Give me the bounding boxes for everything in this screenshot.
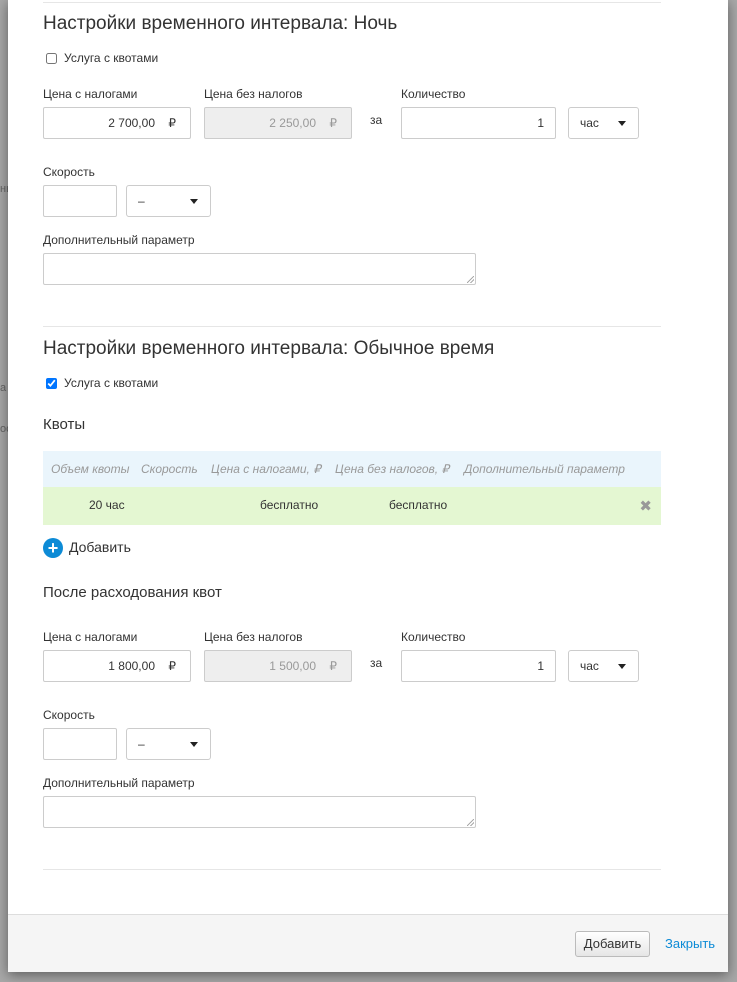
background-text-fragment: нь [0, 183, 12, 195]
ruble-sign: ₽ [329, 659, 337, 673]
cell-price-notax: бесплатно [389, 498, 448, 512]
resize-grip-icon[interactable] [467, 276, 474, 283]
night-price-notax-label: Цена без налогов [204, 87, 303, 101]
ruble-sign: ₽ [168, 116, 176, 130]
caret-down-icon [618, 664, 626, 669]
night-quota-checkbox[interactable] [46, 52, 59, 65]
resize-grip-icon[interactable] [467, 819, 474, 826]
normal-speed-input[interactable] [43, 728, 117, 760]
caret-down-icon [190, 199, 198, 204]
normal-unit-select[interactable]: час [568, 650, 639, 682]
caret-down-icon [190, 742, 198, 747]
ruble-sign: ₽ [329, 116, 337, 130]
normal-speed-unit-value: – [138, 737, 145, 751]
night-price-tax-input[interactable]: 2 700,00 ₽ [43, 107, 191, 139]
section-divider [43, 2, 661, 3]
night-quota-label: Услуга с квотами [64, 51, 159, 65]
normal-extra-textarea[interactable] [43, 796, 476, 828]
normal-per-label: за [370, 656, 383, 670]
normal-speed-label: Скорость [43, 708, 95, 722]
night-section-title: Настройки временного интервала: Ночь [43, 13, 398, 34]
night-extra-textarea[interactable] [43, 253, 476, 285]
col-price-notax: Цена без налогов, ₽ [335, 462, 450, 476]
normal-price-notax-label: Цена без налогов [204, 630, 303, 644]
quotas-title: Квоты [43, 416, 86, 433]
night-price-notax-input: 2 250,00 ₽ [204, 107, 352, 139]
add-service-modal: Настройки временного интервала: Ночь Усл… [8, 0, 728, 972]
section-divider [43, 869, 661, 870]
col-price-tax: Цена с налогами, ₽ [211, 462, 321, 476]
night-speed-label: Скорость [43, 165, 95, 179]
ruble-sign: ₽ [168, 659, 176, 673]
normal-quantity-value: 1 [537, 659, 544, 673]
night-quantity-value: 1 [537, 116, 544, 130]
night-quantity-label: Количество [401, 87, 466, 101]
night-per-label: за [370, 113, 383, 127]
normal-section-title: Настройки временного интервала: Обычное … [43, 338, 495, 359]
normal-quota-label: Услуга с квотами [64, 376, 159, 390]
quota-table: Объем квоты Скорость Цена с налогами, ₽ … [43, 451, 661, 525]
add-button[interactable]: Добавить [575, 931, 650, 957]
night-unit-select[interactable]: час [568, 107, 639, 139]
after-quota-title: После расходования квот [43, 584, 222, 601]
normal-price-notax-input: 1 500,00 ₽ [204, 650, 352, 682]
background-text-fragment: а [0, 382, 7, 394]
night-price-notax-value: 2 250,00 [269, 116, 316, 130]
normal-quota-checkbox[interactable] [46, 377, 59, 390]
normal-unit-value: час [580, 659, 599, 673]
normal-price-notax-value: 1 500,00 [269, 659, 316, 673]
night-extra-label: Дополнительный параметр [43, 233, 195, 247]
col-quota-volume: Объем квоты [51, 462, 130, 476]
normal-price-tax-input[interactable]: 1 800,00 ₽ [43, 650, 191, 682]
close-link[interactable]: Закрыть [665, 936, 715, 951]
caret-down-icon [618, 121, 626, 126]
section-divider [43, 326, 661, 327]
plus-circle-icon: + [43, 538, 63, 558]
col-extra: Дополнительный параметр [464, 462, 625, 476]
add-quota-label: Добавить [69, 539, 131, 555]
night-quantity-input[interactable]: 1 [401, 107, 556, 139]
night-price-tax-label: Цена с налогами [43, 87, 138, 101]
night-unit-value: час [580, 116, 599, 130]
modal-footer: Добавить Закрыть [8, 914, 728, 972]
night-price-tax-value: 2 700,00 [108, 116, 155, 130]
night-speed-input[interactable] [43, 185, 117, 217]
delete-row-icon[interactable]: ✖ [639, 497, 652, 515]
normal-extra-label: Дополнительный параметр [43, 776, 195, 790]
quota-table-header: Объем квоты Скорость Цена с налогами, ₽ … [43, 451, 661, 487]
night-speed-unit-select[interactable]: – [126, 185, 211, 217]
normal-quantity-label: Количество [401, 630, 466, 644]
cell-price-tax: бесплатно [260, 498, 319, 512]
col-speed: Скорость [141, 462, 198, 476]
cell-quota-volume: 20 час [89, 498, 125, 512]
normal-speed-unit-select[interactable]: – [126, 728, 211, 760]
normal-quantity-input[interactable]: 1 [401, 650, 556, 682]
normal-price-tax-value: 1 800,00 [108, 659, 155, 673]
table-row[interactable]: 20 час бесплатно бесплатно ✖ [43, 487, 661, 525]
normal-price-tax-label: Цена с налогами [43, 630, 138, 644]
background-text-fragment: ос [0, 423, 12, 435]
night-speed-unit-value: – [138, 194, 145, 208]
